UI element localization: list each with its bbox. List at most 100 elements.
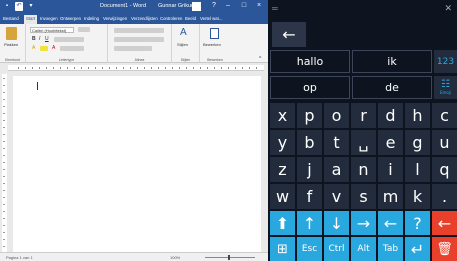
quick-access-toolbar: ▪ ↶ ▾ (3, 2, 35, 11)
suggestion-3[interactable]: op (270, 76, 350, 99)
font-color-button[interactable]: A (52, 45, 55, 51)
case-buttons[interactable] (60, 46, 84, 51)
emoji-key[interactable]: ☷ Emoji (434, 76, 457, 99)
strike-sub-super-buttons[interactable] (54, 37, 84, 42)
suggestion-2[interactable]: ik (352, 50, 432, 73)
group-klembord: Plakken Klembord (0, 24, 26, 63)
key-d[interactable]: d (378, 103, 403, 128)
arrow-right-icon[interactable]: → (351, 211, 376, 235)
key-j[interactable]: j (297, 157, 322, 182)
key-b[interactable]: b (297, 130, 322, 155)
key-l[interactable]: l (405, 157, 430, 182)
list-buttons[interactable] (114, 28, 164, 33)
horizontal-ruler (8, 65, 264, 71)
maximize-button[interactable]: □ (238, 2, 250, 9)
tab-ontwerpen[interactable]: Ontwerpen (60, 16, 81, 21)
numbers-mode-key[interactable]: 123 (434, 50, 457, 73)
question-mark-key[interactable]: ? (405, 211, 430, 235)
paste-label: Plakken (4, 42, 19, 47)
windows-icon[interactable]: ⊞ (270, 237, 295, 261)
keyboard-menu-icon[interactable]: ═ (272, 4, 278, 13)
key-n[interactable]: n (351, 157, 376, 182)
help-button[interactable]: ? (208, 2, 220, 9)
key-m[interactable]: m (378, 184, 403, 209)
suggestion-1[interactable]: hallo (270, 50, 350, 73)
key-r[interactable]: r (351, 103, 376, 128)
key-s[interactable]: s (351, 184, 376, 209)
key-y[interactable]: y (270, 130, 295, 155)
key-o[interactable]: o (324, 103, 349, 128)
key-u[interactable]: u (432, 130, 457, 155)
tab-beeld[interactable]: Beeld (185, 16, 196, 21)
zoom-slider-thumb[interactable] (228, 255, 230, 260)
paste-icon[interactable] (6, 27, 17, 40)
ribbon-display-options-button[interactable] (192, 2, 201, 11)
group-label: Bewerken (207, 58, 223, 62)
shading-border-buttons[interactable] (114, 46, 152, 51)
highlight-button[interactable] (40, 46, 48, 51)
key-q[interactable]: q (432, 157, 457, 182)
tab-verwijzingen[interactable]: Verwijzingen (103, 16, 127, 21)
key-v[interactable]: v (324, 184, 349, 209)
enter-icon[interactable]: ↵ (405, 237, 430, 261)
collapse-ribbon-icon[interactable]: ^ (259, 56, 261, 62)
key-e[interactable]: e (378, 130, 403, 155)
minimize-button[interactable]: – (222, 2, 234, 9)
key-x[interactable]: x (270, 103, 295, 128)
styles-icon[interactable]: A (180, 27, 187, 38)
ctrl-key[interactable]: Ctrl (324, 237, 349, 261)
key-z[interactable]: z (270, 157, 295, 182)
arrow-left-icon[interactable]: ← (378, 211, 403, 235)
tab-indeling[interactable]: Indeling (84, 16, 99, 21)
key-p[interactable]: p (297, 103, 322, 128)
space-key[interactable]: ␣ (351, 130, 376, 155)
save-icon[interactable]: ▪ (3, 2, 11, 11)
trash-icon[interactable]: 🗑 (432, 237, 457, 261)
tab-invoegen[interactable]: Invoegen (40, 16, 58, 21)
key-h[interactable]: h (405, 103, 430, 128)
alt-key[interactable]: Alt (351, 237, 376, 261)
key-g[interactable]: g (405, 130, 430, 155)
undo-icon[interactable]: ↶ (15, 2, 23, 11)
document-page[interactable] (13, 76, 261, 252)
italic-button[interactable]: I (39, 36, 40, 42)
key-period[interactable]: . (432, 184, 457, 209)
alignment-buttons[interactable] (114, 37, 164, 42)
bold-button[interactable]: B (32, 36, 36, 42)
text-effects-button[interactable]: A (32, 45, 35, 51)
tab-bestand[interactable]: Bestand (3, 16, 19, 21)
status-bar: Pagina 1 van 1 100% (0, 252, 268, 261)
key-t[interactable]: t (324, 130, 349, 155)
edit-label: Bewerken (203, 42, 221, 47)
tab-verzendlijsten[interactable]: Verzendlijsten (131, 16, 158, 21)
tab-start[interactable]: Start (24, 15, 38, 24)
keyboard-close-icon[interactable]: ✕ (444, 3, 452, 14)
customize-qat-icon[interactable]: ▾ (27, 2, 35, 11)
tab-controleren[interactable]: Controleren (160, 16, 182, 21)
key-c[interactable]: c (432, 103, 457, 128)
zoom-slider[interactable] (205, 257, 255, 258)
backspace-icon[interactable]: ← (432, 211, 457, 235)
font-name-box[interactable]: Calibri (Hoofdtekst) (30, 27, 74, 33)
page-count[interactable]: Pagina 1 van 1 (6, 255, 33, 260)
tab-key[interactable]: Tab (378, 237, 403, 261)
back-arrow-icon[interactable]: ← (272, 22, 306, 47)
key-w[interactable]: w (270, 184, 295, 209)
shift-icon[interactable]: ⬆ (270, 211, 295, 235)
arrow-down-icon[interactable]: ↓ (324, 211, 349, 235)
find-replace-icon[interactable] (210, 28, 219, 39)
arrow-up-icon[interactable]: ↑ (297, 211, 322, 235)
word-titlebar: ▪ ↶ ▾ Document1 - Word Gunnar Grikud ? –… (0, 0, 268, 14)
key-i[interactable]: i (378, 157, 403, 182)
font-size-box[interactable] (78, 27, 90, 32)
tell-me-search[interactable]: Vertel wat... (200, 16, 222, 21)
close-button[interactable]: × (253, 2, 265, 9)
key-k[interactable]: k (405, 184, 430, 209)
esc-key[interactable]: Esc (297, 237, 322, 261)
key-f[interactable]: f (297, 184, 322, 209)
zoom-level[interactable]: 100% (170, 255, 180, 260)
underline-button[interactable]: U (45, 36, 49, 42)
suggestion-4[interactable]: de (352, 76, 432, 99)
user-name[interactable]: Gunnar Grikud (158, 3, 194, 9)
key-a[interactable]: a (324, 157, 349, 182)
